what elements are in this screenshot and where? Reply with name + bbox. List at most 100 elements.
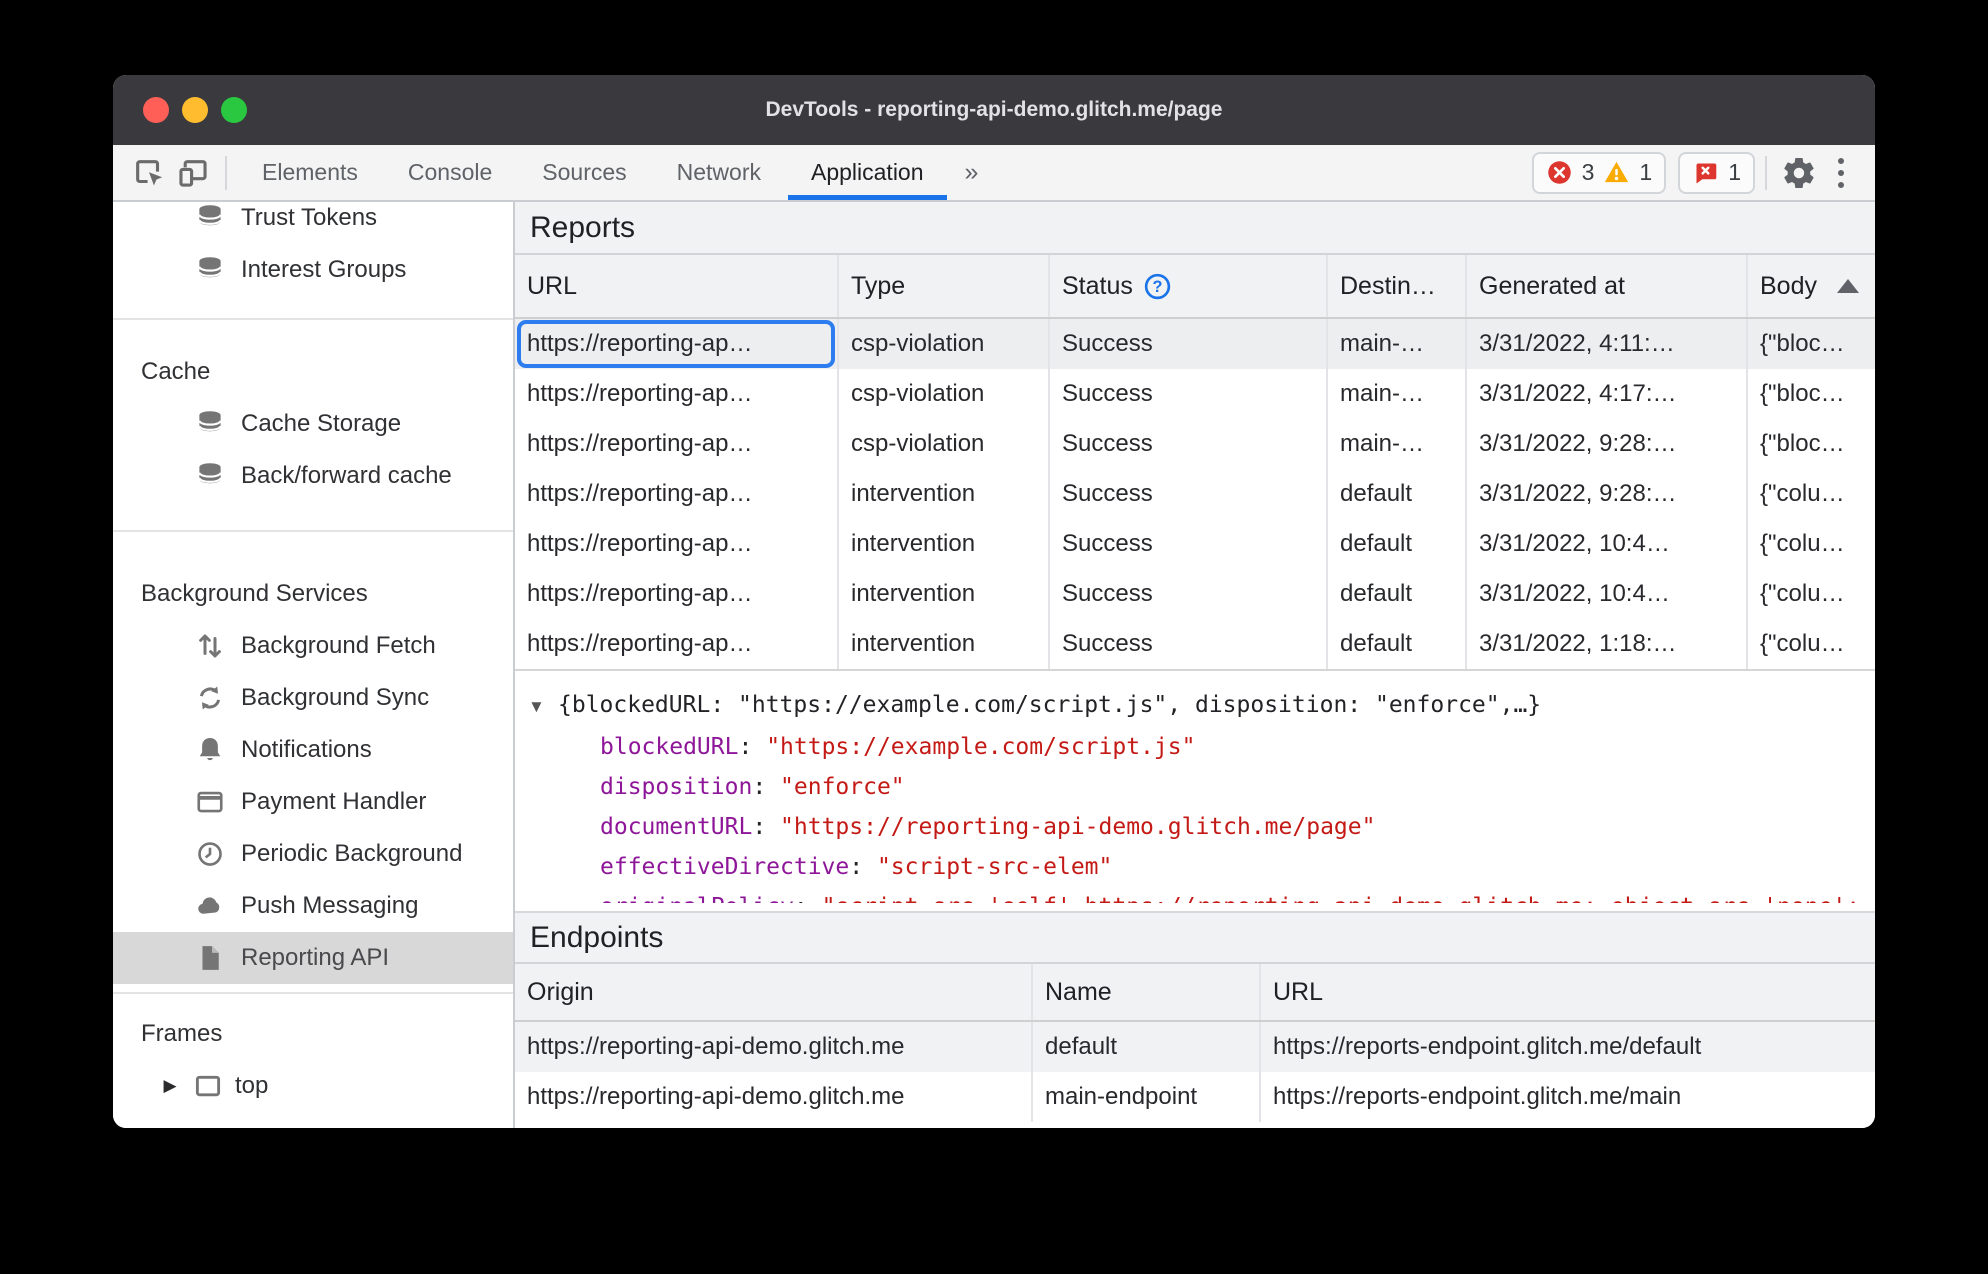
report-cell-destination[interactable]: default [1328, 619, 1467, 669]
report-cell-destination[interactable]: default [1328, 519, 1467, 569]
report-cell-status[interactable]: Success [1050, 419, 1328, 469]
tab-console[interactable]: Console [383, 145, 517, 200]
sidebar-item-back-forward-cache[interactable]: Back/forward cache [113, 450, 513, 502]
report-cell-type[interactable]: csp-violation [839, 369, 1050, 419]
report-cell-url[interactable]: https://reporting-ap… [515, 619, 839, 669]
minimize-window-button[interactable] [182, 97, 208, 123]
report-cell-url[interactable]: https://reporting-ap… [515, 419, 839, 469]
database-icon [195, 409, 225, 439]
report-cell-body[interactable]: {"colu… [1748, 519, 1875, 569]
sidebar-item-payment-handler[interactable]: Payment Handler [113, 776, 513, 828]
report-cell-url[interactable]: https://reporting-ap… [515, 319, 839, 369]
report-cell-generated[interactable]: 3/31/2022, 9:28:… [1467, 469, 1748, 519]
report-cell-type[interactable]: csp-violation [839, 419, 1050, 469]
json-key: disposition [600, 774, 753, 800]
sidebar-item-background-sync[interactable]: Background Sync [113, 672, 513, 724]
report-cell-url[interactable]: https://reporting-ap… [515, 569, 839, 619]
report-row[interactable]: https://reporting-ap… csp-violation Succ… [515, 419, 1875, 469]
report-cell-status[interactable]: Success [1050, 369, 1328, 419]
sidebar-item-notifications[interactable]: Notifications [113, 724, 513, 776]
sidebar-item-trust-tokens[interactable]: Trust Tokens [113, 202, 513, 244]
report-cell-destination[interactable]: default [1328, 569, 1467, 619]
tab-network[interactable]: Network [652, 145, 786, 200]
report-cell-generated[interactable]: 3/31/2022, 4:17:… [1467, 369, 1748, 419]
column-header-endpoint-url[interactable]: URL [1261, 964, 1875, 1020]
settings-button[interactable] [1777, 145, 1821, 200]
json-value: "https://example.com/script.js" [766, 734, 1196, 760]
report-cell-generated[interactable]: 3/31/2022, 10:4… [1467, 569, 1748, 619]
application-sidebar: Trust Tokens Interest Groups Cache Cache… [113, 202, 515, 1128]
report-row[interactable]: https://reporting-ap… csp-violation Succ… [515, 369, 1875, 419]
report-cell-body[interactable]: {"bloc… [1748, 369, 1875, 419]
inspect-element-button[interactable] [127, 145, 171, 200]
chevron-right-icon[interactable]: ▶ [159, 1076, 181, 1096]
report-cell-body[interactable]: {"bloc… [1748, 319, 1875, 369]
sidebar-item-cache-storage[interactable]: Cache Storage [113, 398, 513, 450]
console-status-badge[interactable]: 3 1 [1531, 151, 1667, 194]
column-header-origin[interactable]: Origin [515, 964, 1033, 1020]
report-cell-type[interactable]: intervention [839, 569, 1050, 619]
report-cell-type[interactable]: csp-violation [839, 319, 1050, 369]
report-cell-body[interactable]: {"colu… [1748, 469, 1875, 519]
sidebar-item-push-messaging[interactable]: Push Messaging [113, 880, 513, 932]
report-cell-type[interactable]: intervention [839, 619, 1050, 669]
sidebar-item-frame-top[interactable]: ▶ top [113, 1060, 513, 1112]
report-cell-body[interactable]: {"colu… [1748, 619, 1875, 669]
json-property-clipped: originalPolicy: "script-src 'self' https… [528, 887, 1875, 903]
report-cell-url[interactable]: https://reporting-ap… [515, 519, 839, 569]
tab-elements[interactable]: Elements [237, 145, 383, 200]
sidebar-item-interest-groups[interactable]: Interest Groups [113, 244, 513, 296]
report-cell-type[interactable]: intervention [839, 519, 1050, 569]
report-cell-status[interactable]: Success [1050, 319, 1328, 369]
json-preview-line[interactable]: ▼ {blockedURL: "https://example.com/scrip… [528, 685, 1875, 727]
report-cell-status[interactable]: Success [1050, 519, 1328, 569]
endpoint-cell-url: https://reports-endpoint.glitch.me/main [1273, 1083, 1682, 1110]
report-cell-url[interactable]: https://reporting-ap… [515, 369, 839, 419]
customize-devtools-button[interactable] [1821, 145, 1861, 200]
close-window-button[interactable] [143, 97, 169, 123]
sidebar-section-cache: Cache [141, 358, 211, 385]
report-cell-body[interactable]: {"bloc… [1748, 419, 1875, 469]
report-cell-status[interactable]: Success [1050, 469, 1328, 519]
report-row[interactable]: https://reporting-ap… csp-violation Succ… [515, 319, 1875, 369]
device-toolbar-button[interactable] [171, 145, 215, 200]
column-header-body[interactable]: Body [1748, 255, 1875, 317]
tab-sources[interactable]: Sources [517, 145, 651, 200]
toolbar-spacer [994, 145, 1531, 200]
column-header-status[interactable]: Status ? [1050, 255, 1328, 317]
report-cell-destination[interactable]: main-… [1328, 369, 1467, 419]
more-tabs-button[interactable]: » [949, 145, 995, 200]
report-cell-body[interactable]: {"colu… [1748, 569, 1875, 619]
zoom-window-button[interactable] [221, 97, 247, 123]
column-header-destination[interactable]: Destin… [1328, 255, 1467, 317]
report-cell-type[interactable]: intervention [839, 469, 1050, 519]
report-cell-status[interactable]: Success [1050, 569, 1328, 619]
sidebar-item-background-fetch[interactable]: Background Fetch [113, 620, 513, 672]
tab-application[interactable]: Application [786, 145, 949, 200]
column-header-type[interactable]: Type [839, 255, 1050, 317]
sidebar-item-label: top [235, 1072, 269, 1099]
report-cell-generated[interactable]: 3/31/2022, 9:28:… [1467, 419, 1748, 469]
report-cell-generated[interactable]: 3/31/2022, 1:18:… [1467, 619, 1748, 669]
chevron-down-icon[interactable]: ▼ [528, 687, 558, 727]
column-header-url[interactable]: URL [515, 255, 839, 317]
report-cell-url[interactable]: https://reporting-ap… [515, 469, 839, 519]
sidebar-section-background-services: Background Services [141, 580, 368, 607]
report-row[interactable]: https://reporting-ap… intervention Succe… [515, 469, 1875, 519]
sidebar-item-periodic-background-sync[interactable]: Periodic Background [113, 828, 513, 880]
report-cell-destination[interactable]: main-… [1328, 319, 1467, 369]
report-cell-destination[interactable]: main-… [1328, 419, 1467, 469]
report-row[interactable]: https://reporting-ap… intervention Succe… [515, 519, 1875, 569]
column-header-generated-at[interactable]: Generated at [1467, 255, 1748, 317]
report-cell-status[interactable]: Success [1050, 619, 1328, 669]
report-cell-generated[interactable]: 3/31/2022, 4:11:… [1467, 319, 1748, 369]
report-row[interactable]: https://reporting-ap… intervention Succe… [515, 619, 1875, 669]
column-header-name[interactable]: Name [1033, 964, 1261, 1020]
report-cell-generated[interactable]: 3/31/2022, 10:4… [1467, 519, 1748, 569]
report-row[interactable]: https://reporting-ap… intervention Succe… [515, 569, 1875, 619]
status-help-icon[interactable]: ? [1143, 272, 1172, 301]
json-property: documentURL: "https://reporting-api-demo… [528, 807, 1875, 847]
report-cell-destination[interactable]: default [1328, 469, 1467, 519]
issues-badge[interactable]: 1 [1678, 151, 1755, 194]
sidebar-item-reporting-api[interactable]: Reporting API [113, 932, 513, 984]
